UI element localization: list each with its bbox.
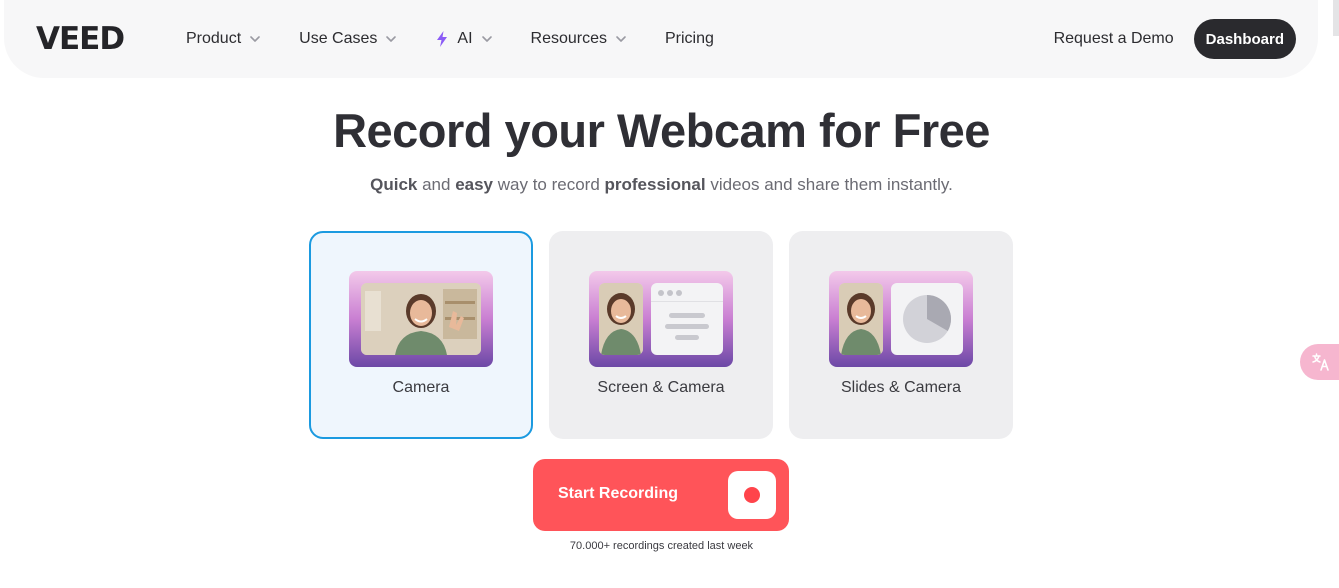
start-recording-button[interactable]: Start Recording — [533, 459, 789, 531]
top-nav: VEED Product Use Cases AI Resources Pric… — [4, 0, 1318, 78]
subtitle-text: and — [417, 175, 456, 194]
nav-item-label: AI — [457, 30, 473, 47]
record-dot — [744, 487, 760, 503]
screen-camera-thumbnail — [589, 271, 733, 367]
scrollbar[interactable] — [1333, 0, 1339, 36]
pie-chart-icon — [903, 295, 952, 343]
nav-item-label: Product — [186, 30, 242, 47]
slide-panel — [891, 283, 963, 355]
option-slides-camera[interactable]: Slides & Camera — [789, 231, 1013, 439]
chevron-down-icon — [481, 36, 492, 42]
option-screen-camera[interactable]: Screen & Camera — [549, 231, 773, 439]
nav-item-product[interactable]: Product — [186, 30, 261, 48]
veed-logo[interactable]: VEED — [36, 23, 125, 55]
screen-window-panel — [651, 283, 723, 355]
translate-widget-button[interactable] — [1300, 344, 1339, 380]
recordings-count: 70.000+ recordings created last week — [569, 540, 754, 552]
chevron-down-icon — [616, 36, 626, 42]
nav-item-label: Resources — [530, 30, 607, 47]
nav-item-pricing[interactable]: Pricing — [665, 30, 714, 48]
slides-camera-thumbnail — [829, 271, 973, 367]
subtitle-text: way to record — [493, 175, 605, 194]
chevron-down-icon — [386, 36, 397, 42]
start-recording-label: Start Recording — [558, 485, 679, 502]
nav-links: Product Use Cases AI Resources Pricing — [186, 28, 752, 50]
record-icon — [728, 471, 776, 519]
option-label: Slides & Camera — [840, 379, 962, 396]
request-demo-link[interactable]: Request a Demo — [1054, 30, 1174, 48]
chevron-down-icon — [250, 36, 260, 42]
option-camera[interactable]: Camera — [309, 231, 533, 439]
option-label: Camera — [392, 379, 450, 396]
recording-mode-options: Camera Screen & Camera Slides & Camera — [309, 231, 1029, 439]
subtitle-text: videos and share them instantly. — [705, 175, 953, 194]
subtitle-bold-professional: professional — [604, 175, 706, 194]
webcam-person-image — [599, 283, 643, 355]
dashboard-button[interactable]: Dashboard — [1193, 19, 1296, 59]
camera-thumbnail — [349, 271, 493, 367]
translate-icon — [1312, 353, 1329, 371]
page-subtitle: Quick and easy way to record professiona… — [0, 174, 1323, 196]
webcam-person-image — [839, 283, 883, 355]
nav-item-ai[interactable]: AI — [435, 30, 492, 48]
webcam-person-image — [361, 283, 481, 355]
subtitle-bold-easy: easy — [455, 175, 494, 194]
nav-actions: Request a Demo Dashboard — [1054, 19, 1296, 59]
nav-item-use-cases[interactable]: Use Cases — [299, 30, 397, 48]
option-label: Screen & Camera — [597, 379, 725, 396]
page-title: Record your Webcam for Free — [333, 104, 990, 157]
lightning-icon — [437, 31, 448, 47]
nav-item-resources[interactable]: Resources — [531, 30, 627, 48]
nav-item-label: Pricing — [665, 30, 714, 47]
subtitle-bold-quick: Quick — [370, 175, 418, 194]
nav-item-label: Use Cases — [299, 30, 378, 47]
